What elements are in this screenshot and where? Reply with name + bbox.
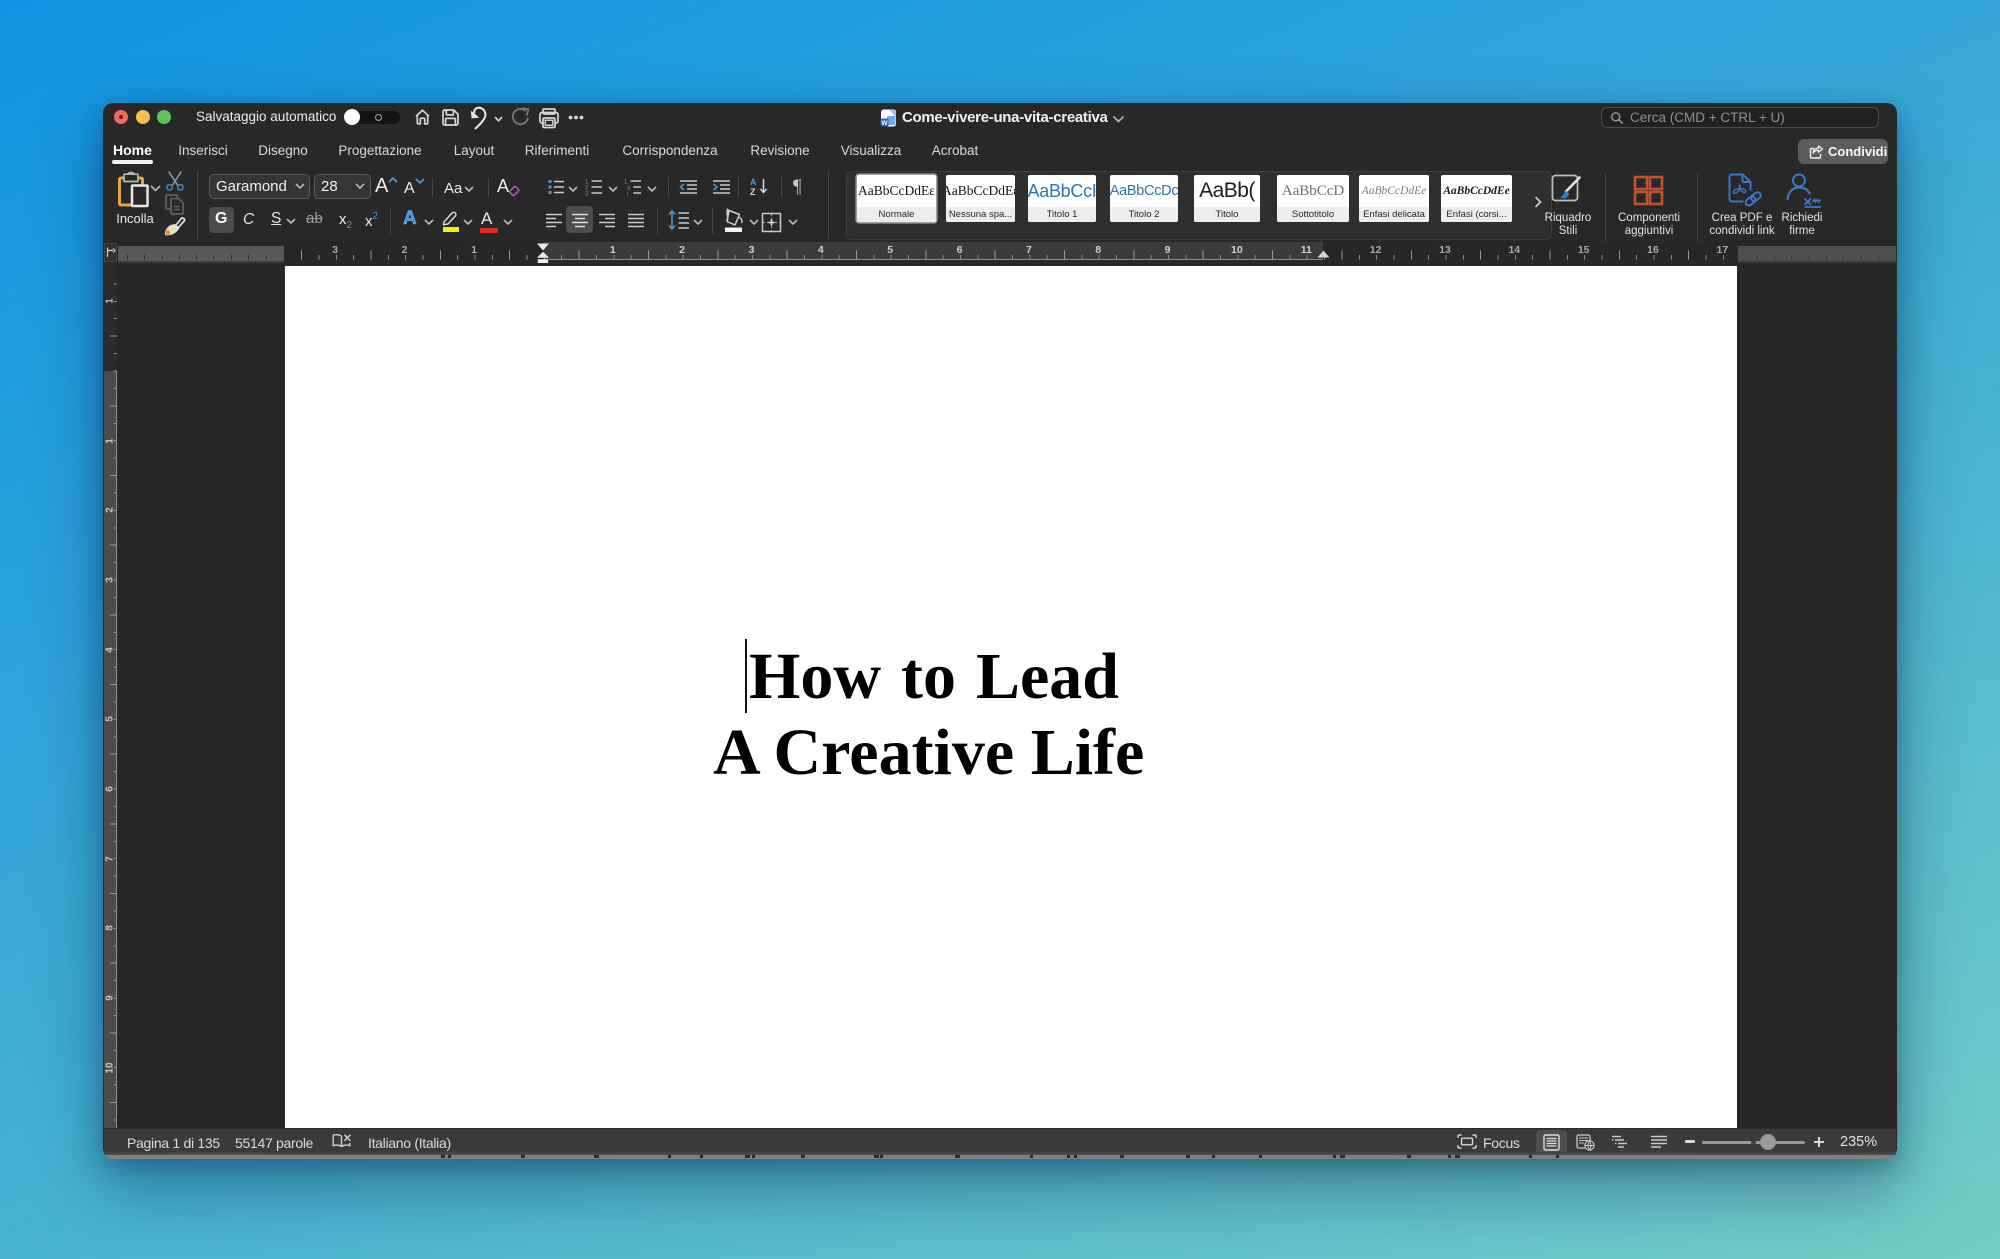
svg-text:i: i	[627, 192, 628, 197]
svg-text:Z: Z	[750, 187, 756, 197]
svg-text:A: A	[750, 177, 757, 187]
svg-text:W: W	[881, 120, 888, 127]
svg-text:3: 3	[585, 192, 589, 197]
